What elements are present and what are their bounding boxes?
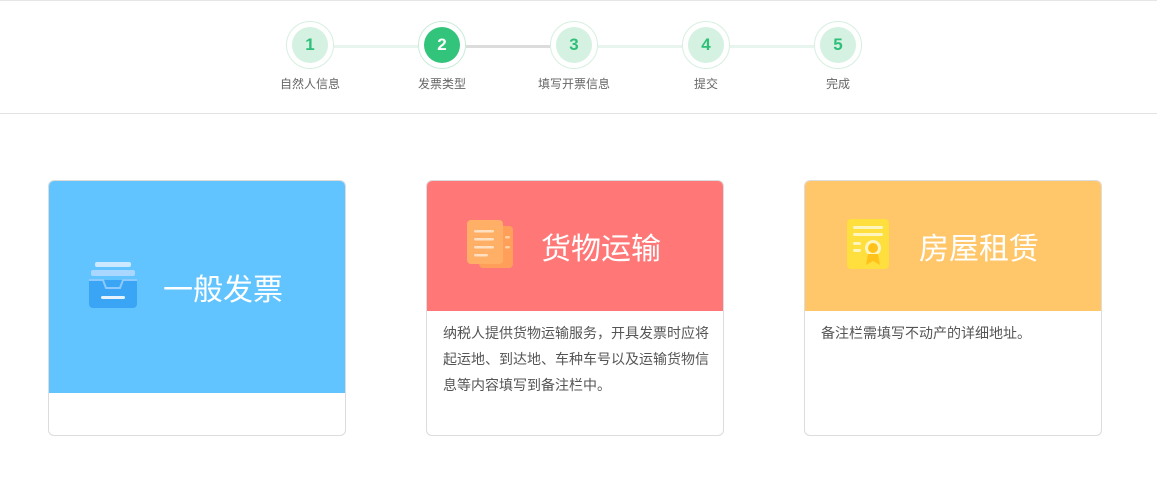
step-number: 3: [556, 27, 592, 63]
step-number: 2: [424, 27, 460, 63]
step-label: 完成: [825, 77, 850, 91]
step-number: 1: [292, 27, 328, 63]
step-label: 提交: [693, 77, 718, 91]
invoice-type-general-card[interactable]: 一般发票: [48, 180, 346, 436]
step-number: 4: [688, 27, 724, 63]
card-title: 一般发票: [163, 273, 283, 308]
invoice-type-freight-card[interactable]: 货物运输 纳税人提供货物运输服务，开具发票时应将起运地、到达地、车种车号以及运输…: [426, 180, 724, 436]
invoice-type-rental-card[interactable]: 房屋租赁 备注栏需填写不动产的详细地址。: [804, 180, 1102, 436]
step-circle: 4: [682, 21, 730, 69]
card-title: 房屋租赁: [919, 232, 1039, 267]
step-1: 1 自然人信息: [255, 21, 365, 92]
step-circle: 1: [286, 21, 334, 69]
step-label: 填写开票信息: [537, 77, 610, 91]
card-description: 备注栏需填写不动产的详细地址。: [821, 326, 1031, 342]
step-number: 5: [820, 27, 856, 63]
card-header: 房屋租赁: [805, 181, 1101, 311]
card-description: 纳税人提供货物运输服务，开具发票时应将起运地、到达地、车种车号以及运输货物信息等…: [443, 326, 709, 394]
documents-icon: [465, 218, 517, 274]
step-label: 自然人信息: [279, 77, 340, 91]
step-label: 发票类型: [417, 77, 466, 91]
step-3: 3 填写开票信息: [519, 21, 629, 92]
card-header: 一般发票: [49, 181, 345, 393]
step-circle: 2: [418, 21, 466, 69]
step-circle: 5: [814, 21, 862, 69]
invoice-tray-icon: [87, 260, 139, 314]
step-5: 5 完成: [783, 21, 893, 92]
progress-steps: 1 自然人信息 2 发票类型 3 填写开票信息 4 提交 5 完成: [0, 1, 1157, 114]
card-title: 货物运输: [541, 232, 661, 267]
card-header: 货物运输: [427, 181, 723, 311]
step-4: 4 提交: [651, 21, 761, 92]
step-2: 2 发票类型: [387, 21, 497, 92]
step-circle: 3: [550, 21, 598, 69]
certificate-icon: [843, 217, 895, 275]
